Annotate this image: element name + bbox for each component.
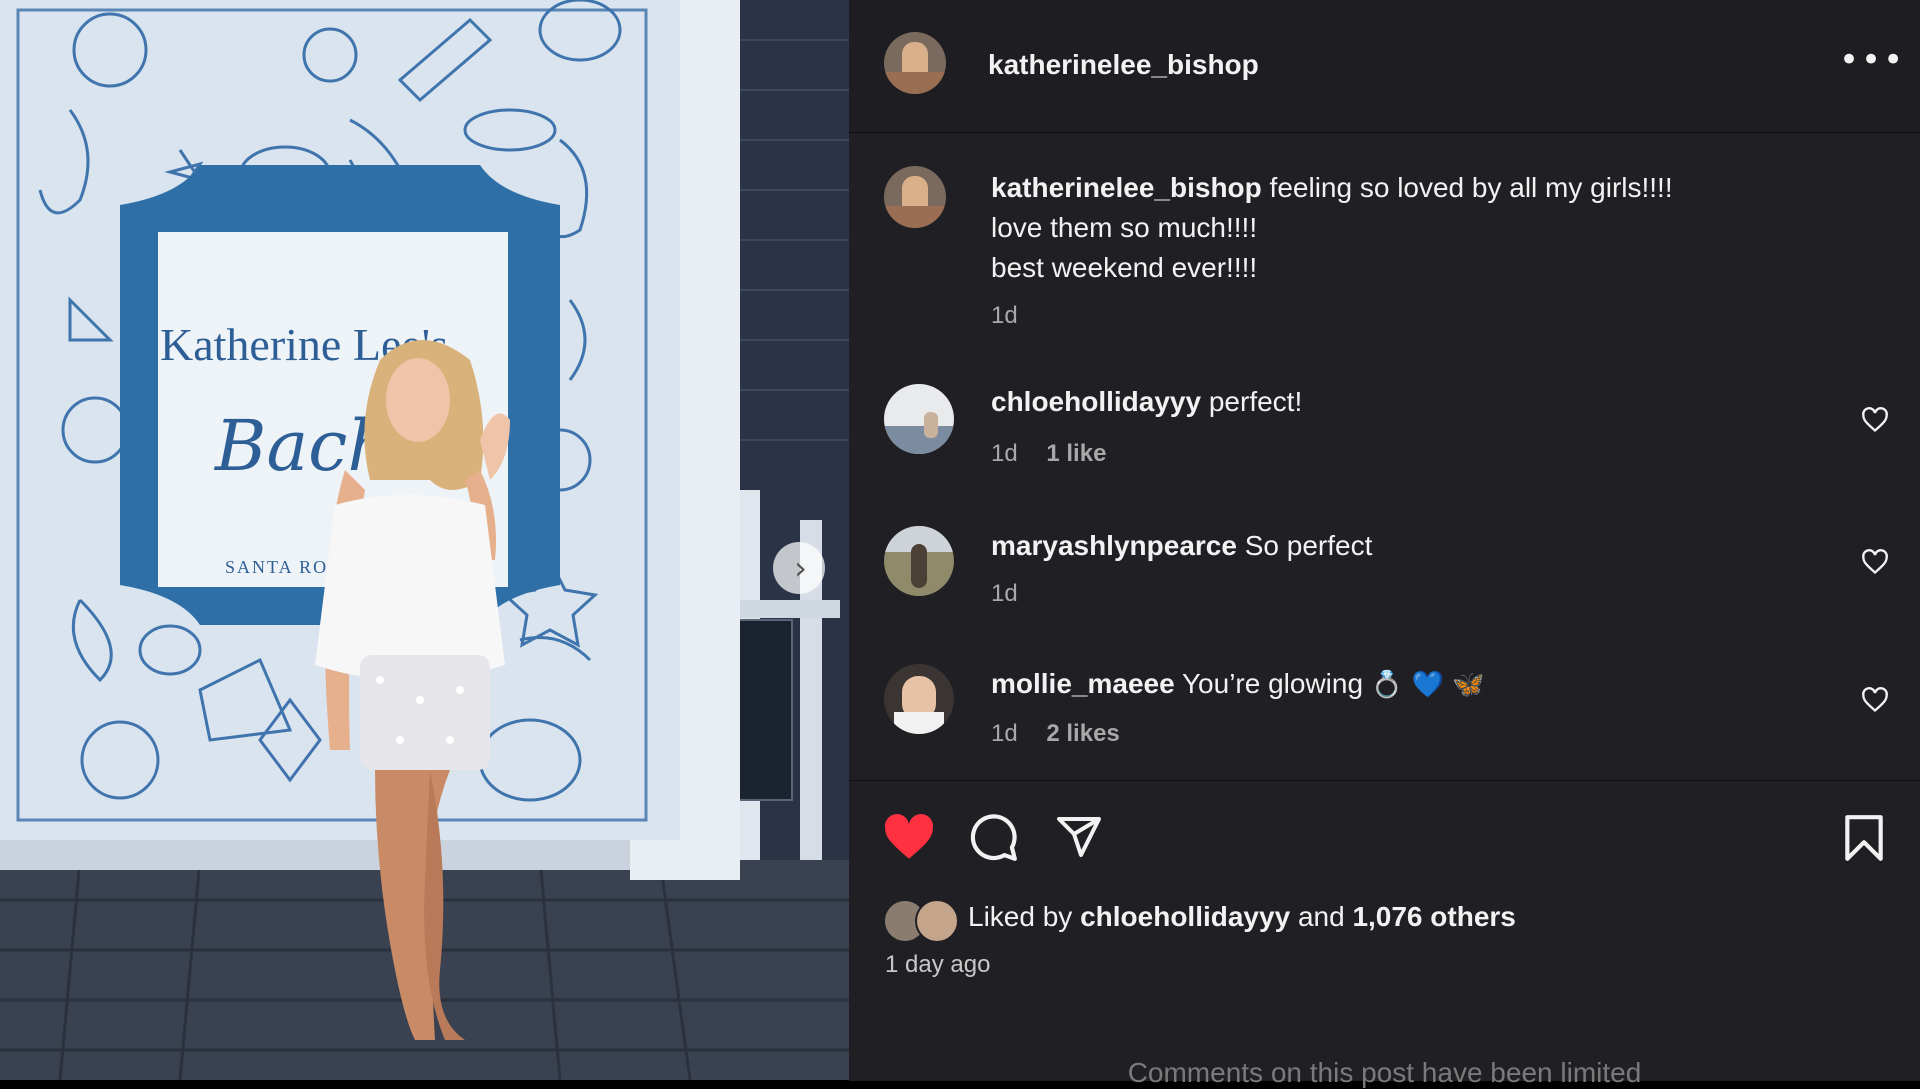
author-avatar[interactable] <box>884 32 946 94</box>
caption-meta: 1d <box>991 302 1040 330</box>
comment-username[interactable]: chloehollidayyy <box>991 386 1201 417</box>
heart-icon[interactable] <box>1861 686 1889 714</box>
liked-by-user[interactable]: chloehollidayyy <box>1080 901 1290 932</box>
comment-likes[interactable]: 2 likes <box>1046 720 1119 747</box>
liked-by-summary: Liked by chloehollidayyy and 1,076 other… <box>968 901 1516 933</box>
liker-avatar[interactable] <box>915 899 959 943</box>
comment-text: chloehollidayyy perfect! <box>991 382 1811 422</box>
chevron-right-icon: › <box>794 549 807 587</box>
comment-avatar[interactable] <box>884 664 954 734</box>
caption-author-avatar[interactable] <box>884 166 946 228</box>
caption-line-3: best weekend ever!!!! <box>991 252 1258 283</box>
author-username[interactable]: katherinelee_bishop <box>988 49 1259 81</box>
post-timestamp[interactable]: 1 day ago <box>885 951 990 979</box>
comment-text: mollie_maeee You’re glowing 💍 💙 🦋 <box>991 664 1811 705</box>
caption-time: 1d <box>991 302 1018 329</box>
liked-by-prefix: Liked by <box>968 901 1073 932</box>
instagram-post-viewer: Katherine Lee's Bach SANTA RO › katherin… <box>0 0 1920 1088</box>
caption-username[interactable]: katherinelee_bishop <box>991 172 1262 203</box>
comment-body: perfect! <box>1208 386 1303 417</box>
comment-icon[interactable] <box>969 813 1019 863</box>
post-image: Katherine Lee's Bach SANTA RO › <box>0 0 849 1080</box>
comment-time: 1d <box>991 580 1018 607</box>
share-icon[interactable] <box>1054 813 1104 861</box>
caption-text: katherinelee_bishop feeling so loved by … <box>991 168 1811 288</box>
post-actions: Liked by chloehollidayyy and 1,076 other… <box>849 780 1920 1088</box>
comment-meta: 1d 1 like <box>991 440 1128 468</box>
next-slide-button[interactable]: › <box>773 542 825 594</box>
caption-line-2: love them so much!!!! <box>991 212 1258 243</box>
post-photo-illustration: Katherine Lee's Bach SANTA RO <box>0 0 849 1080</box>
comment-username[interactable]: mollie_maeee <box>991 668 1175 699</box>
post-header: katherinelee_bishop ••• <box>849 0 1920 133</box>
comment-time: 1d <box>991 720 1018 747</box>
comment-avatar[interactable] <box>884 526 954 596</box>
comments-limited-notice: Comments on this post have been limited <box>1127 1057 1642 1088</box>
liked-by-and: and <box>1297 901 1345 932</box>
caption-line-1: feeling so loved by all my girls!!!! <box>1269 172 1673 203</box>
comment-body: You’re glowing <box>1181 668 1364 699</box>
heart-icon[interactable] <box>1861 406 1889 434</box>
comment-body: So perfect <box>1244 530 1373 561</box>
heart-icon[interactable] <box>883 813 935 861</box>
liked-by-others[interactable]: 1,076 others <box>1352 901 1515 932</box>
comment-meta: 1d 2 likes <box>991 720 1142 748</box>
comment-username[interactable]: maryashlynpearce <box>991 530 1237 561</box>
comment-avatar[interactable] <box>884 384 954 454</box>
banner-location: SANTA RO <box>225 557 328 577</box>
comments-list: katherinelee_bishop feeling so loved by … <box>849 132 1920 780</box>
comment-text: maryashlynpearce So perfect <box>991 526 1811 566</box>
more-icon[interactable]: ••• <box>1839 43 1903 80</box>
comment-time: 1d <box>991 440 1018 467</box>
comment-emojis: 💍 💙 🦋 <box>1370 670 1485 700</box>
post-details-panel: katherinelee_bishop ••• katherinelee_bis… <box>849 0 1920 1088</box>
bookmark-icon[interactable] <box>1841 813 1887 863</box>
comment-likes[interactable]: 1 like <box>1046 440 1106 467</box>
comment-meta: 1d <box>991 580 1040 608</box>
heart-icon[interactable] <box>1861 548 1889 576</box>
